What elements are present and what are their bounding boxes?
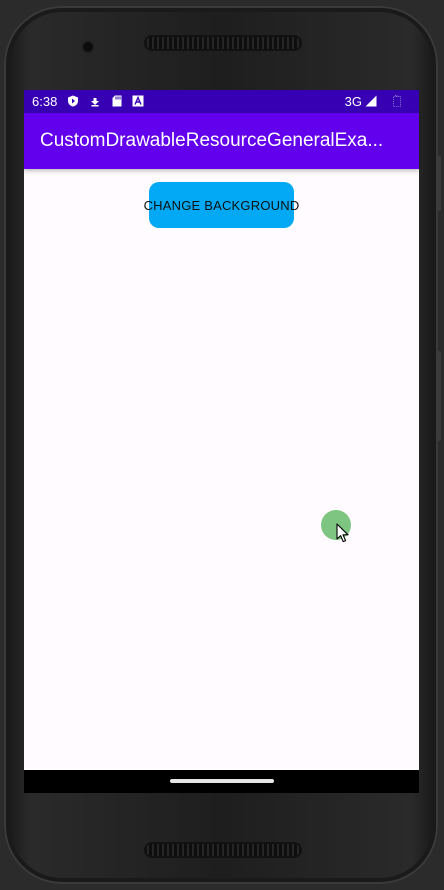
device-screen: 6:38 3G CustomDrawableResourceGeneralExa… — [24, 90, 419, 793]
change-background-button[interactable]: CHANGE BACKGROUND — [144, 182, 299, 228]
front-camera — [83, 42, 93, 52]
app-title: CustomDrawableResourceGeneralExa... — [40, 130, 384, 151]
font-a-icon — [132, 95, 144, 107]
download-icon — [91, 98, 99, 107]
pointer-cursor-icon — [336, 523, 349, 543]
top-speaker — [144, 35, 302, 51]
status-time: 6:38 — [32, 94, 58, 109]
shield-icon — [68, 95, 78, 107]
signal-icon — [365, 95, 377, 107]
volume-button — [437, 351, 441, 441]
navigation-bar — [24, 770, 419, 793]
app-bar: CustomDrawableResourceGeneralExa... — [24, 113, 419, 169]
sd-card-icon — [112, 95, 122, 107]
home-gesture-handle[interactable] — [170, 779, 274, 783]
battery-icon — [393, 95, 401, 107]
power-button — [437, 156, 441, 211]
bottom-speaker — [144, 842, 302, 858]
status-bar: 6:38 3G — [24, 90, 419, 113]
network-type: 3G — [344, 94, 362, 109]
